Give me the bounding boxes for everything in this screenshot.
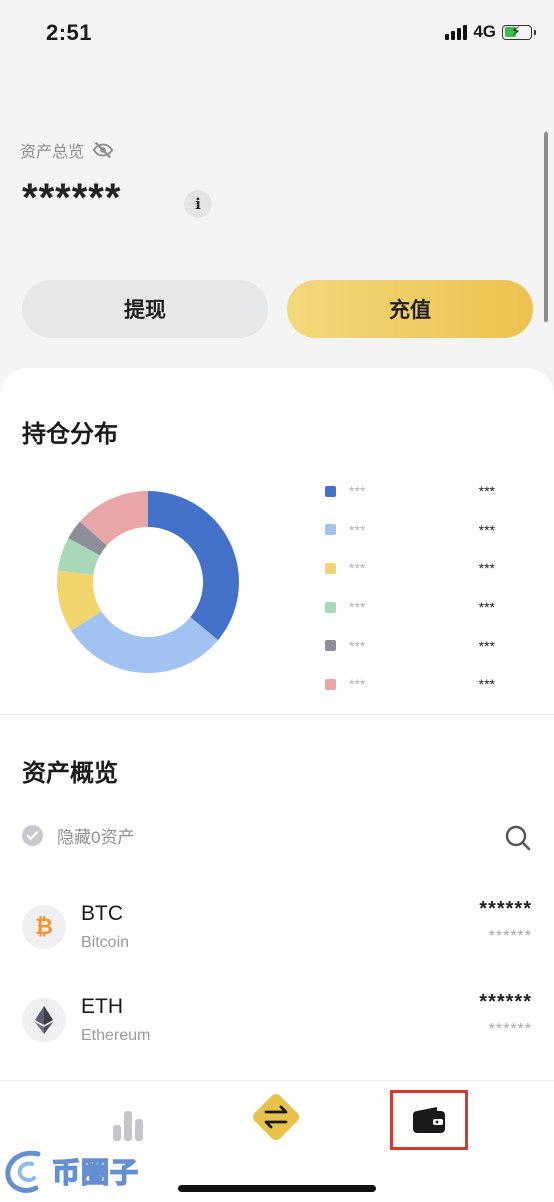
asset-overview-header: 资产总览 [20,138,114,162]
legend-row: *** *** [325,511,500,550]
legend-name: *** [349,676,366,693]
legend-swatch [325,524,336,536]
battery-icon: ⚡ [502,24,536,40]
deposit-button[interactable]: 充值 [287,280,533,338]
scroll-indicator [544,132,548,322]
legend-swatch [325,601,336,613]
legend-name: *** [349,560,366,577]
legend-row: *** *** [325,588,500,627]
legend-swatch [325,640,336,652]
signal-icon [445,24,468,40]
legend-row: *** *** [325,549,500,588]
asset-symbol: BTC [81,902,123,925]
legend-swatch [325,485,336,497]
watermark-icon [5,1150,41,1193]
legend-row: *** *** [325,472,500,511]
legend-swatch [325,562,336,574]
legend-name: *** [349,483,366,500]
hide-zero-label: 隐藏0资产 [57,828,135,847]
asset-symbol: ETH [81,995,123,1018]
info-icon[interactable]: i [184,190,212,218]
legend-swatch [325,678,336,690]
legend-name: *** [349,521,366,538]
status-bar: 2:51 4G ⚡ [0,0,554,70]
asset-row-eth[interactable]: ETH Ethereum ****** ****** [0,991,554,1061]
legend-name: *** [349,637,366,654]
asset-value: ****** [488,928,532,945]
search-icon[interactable] [498,818,538,858]
section-divider [0,714,554,715]
network-type: 4G [473,22,496,41]
bar-chart-icon[interactable] [108,1105,148,1145]
holdings-title: 持仓分布 [22,421,118,448]
asset-amount: ****** [479,991,532,1013]
total-balance: ****** [22,176,122,220]
checkmark-icon[interactable] [22,825,43,846]
wallet-icon [413,1107,445,1133]
watermark-text: 币圈子 [51,1156,140,1189]
asset-value: ****** [488,1021,532,1038]
legend-value: *** [478,483,495,500]
status-time: 2:51 [46,20,93,45]
asset-name: Ethereum [81,1027,151,1044]
holdings-legend: *** *** *** *** *** *** *** *** *** *** … [325,472,500,704]
tab-wallet[interactable] [390,1090,468,1150]
legend-value: *** [478,676,495,693]
legend-value: *** [478,521,495,538]
holdings-donut-chart [57,491,239,673]
home-indicator [178,1185,376,1192]
status-right: 4G ⚡ [445,22,536,42]
hide-zero-toggle[interactable]: 隐藏0资产 [22,823,134,848]
asset-overview-label: 资产总览 [20,144,85,161]
bitcoin-icon: ₿ [22,905,66,949]
legend-row: *** *** [325,665,500,704]
withdraw-button[interactable]: 提现 [22,280,268,338]
svg-text:₿: ₿ [35,915,53,940]
assets-title: 资产概览 [22,760,118,787]
legend-value: *** [478,560,495,577]
swap-icon[interactable] [246,1087,306,1147]
asset-amount: ****** [479,898,532,920]
watermark-logo: 币圈子 [2,1146,139,1196]
asset-row-btc[interactable]: ₿ BTC Bitcoin ****** ****** [0,898,554,968]
eye-off-icon[interactable] [92,139,114,161]
legend-row: *** *** [325,626,500,665]
ethereum-icon [22,998,66,1042]
legend-value: *** [478,637,495,654]
legend-name: *** [349,599,366,616]
legend-value: *** [478,599,495,616]
asset-name: Bitcoin [81,934,130,951]
